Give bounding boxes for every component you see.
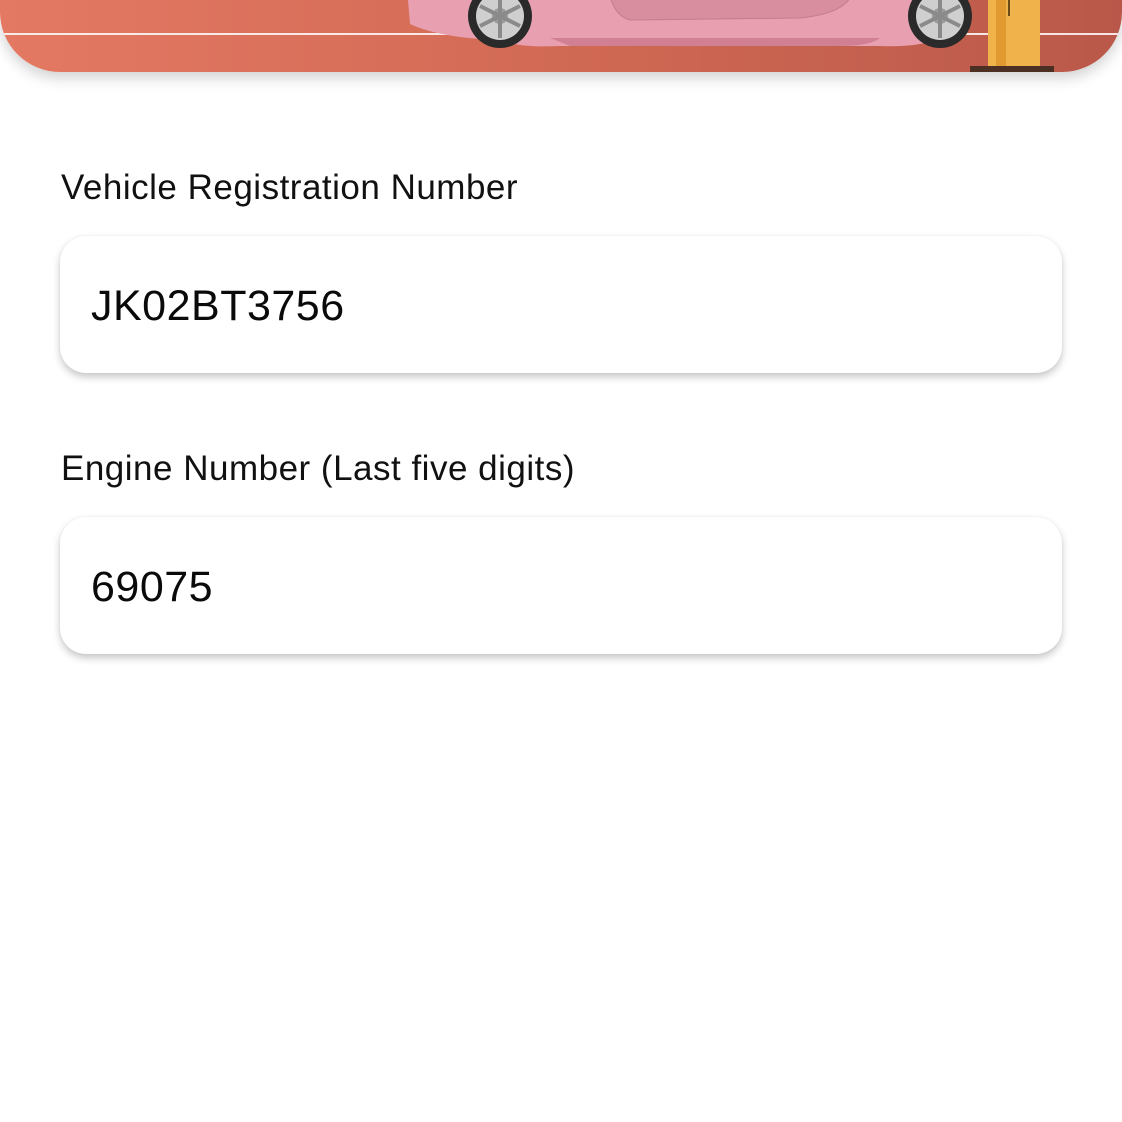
registration-number-value: JK02BT3756 [91, 282, 345, 330]
registration-number-label: Vehicle Registration Number [61, 168, 519, 207]
header-banner [0, 0, 1122, 72]
engine-number-value: 69075 [91, 563, 214, 611]
registration-number-input[interactable]: JK02BT3756 [60, 236, 1062, 373]
engine-number-input[interactable]: 69075 [60, 517, 1062, 654]
engine-number-label: Engine Number (Last five digits) [61, 449, 575, 488]
toll-barrier-post-icon [970, 0, 1054, 72]
car-illustration [408, 0, 972, 48]
vehicle-details-screen: Vehicle Registration Number JK02BT3756 E… [0, 0, 1122, 1122]
